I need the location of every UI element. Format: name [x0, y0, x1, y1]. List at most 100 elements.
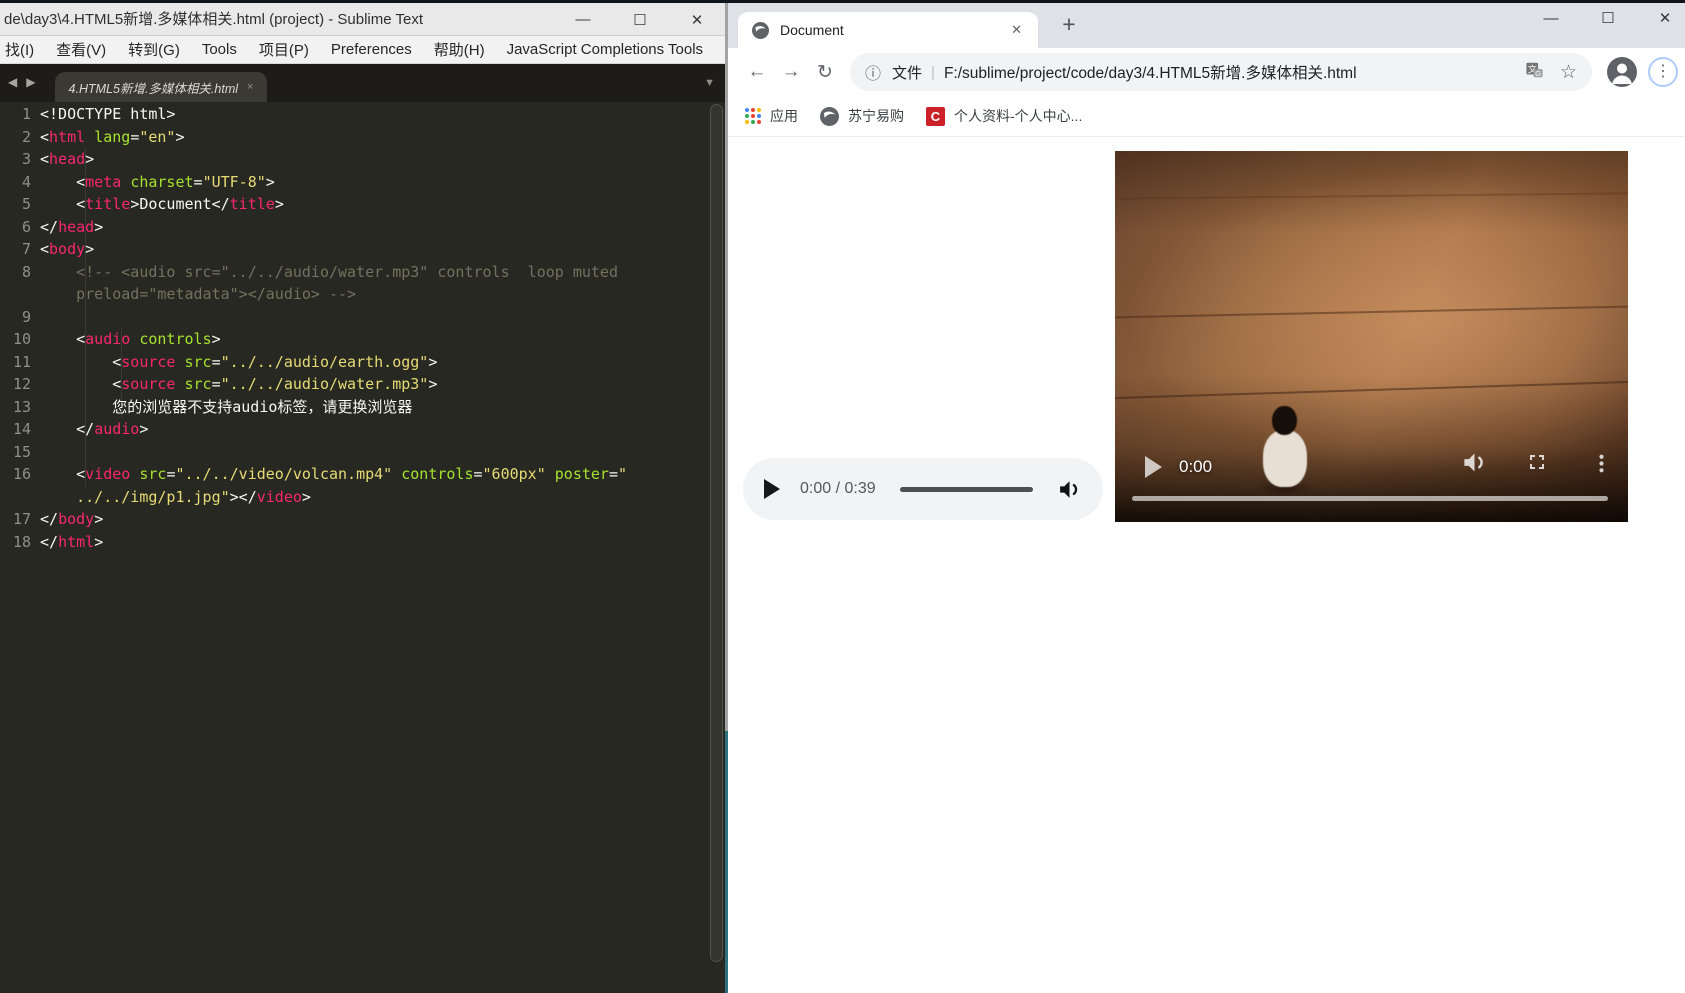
tab-nav-arrows[interactable]: ◀▶: [8, 75, 44, 89]
editor-scrollbar[interactable]: [710, 104, 723, 962]
line-number: 17: [12, 510, 31, 528]
sublime-window: de\day3\4.HTML5新增.多媒体相关.html (project) -…: [0, 0, 728, 993]
audio-player[interactable]: 0:00 / 0:39: [743, 458, 1103, 520]
code-lines: 1 <!DOCTYPE html> 2 <html lang="en"> 3 <head>…: [0, 102, 728, 553]
url-text[interactable]: F:/sublime/project/code/day3/4.HTML5新增.多…: [944, 61, 1515, 83]
close-button[interactable]: ✕: [1652, 9, 1678, 27]
svg-text:G: G: [1535, 68, 1541, 77]
video-player[interactable]: 0:00: [1115, 151, 1628, 522]
video-play-button[interactable]: [1145, 456, 1162, 478]
tab-favicon-globe-icon: [752, 21, 769, 39]
audio-seek-slider[interactable]: [899, 486, 1033, 492]
line-number: 15: [12, 442, 31, 461]
tab-title: Document: [780, 22, 844, 38]
line-number: 3: [21, 150, 31, 168]
code-line: 10 <audio controls>: [0, 328, 728, 351]
line-number: 2: [21, 127, 31, 146]
url-divider: |: [931, 63, 935, 81]
line-number: 1: [21, 105, 31, 123]
video-seek-timeline[interactable]: [1132, 496, 1608, 501]
line-number: [0, 283, 40, 306]
line-number: 8: [21, 262, 31, 281]
poster-floor-seam: [1115, 305, 1628, 319]
forward-button[interactable]: →: [774, 61, 808, 83]
minimize-button[interactable]: —: [1538, 10, 1564, 27]
line-number: [0, 486, 40, 509]
menu-item[interactable]: JavaScript Completions Tools: [496, 41, 714, 58]
close-button[interactable]: ✕: [687, 11, 707, 29]
code-line: 18 </html>: [0, 531, 728, 554]
prev-tab-icon[interactable]: ◀: [8, 75, 26, 89]
code-editor[interactable]: 1 <!DOCTYPE html> 2 <html lang="en"> 3 <head>…: [0, 102, 728, 993]
line-number: 6: [21, 217, 31, 236]
profile-avatar[interactable]: [1607, 57, 1637, 87]
page-info-icon[interactable]: ⓘ: [865, 60, 881, 84]
back-button[interactable]: ←: [740, 61, 774, 83]
url-scheme-label: 文件: [892, 64, 923, 82]
indent-guide: [121, 328, 122, 418]
reload-button[interactable]: ↻: [808, 61, 842, 84]
chrome-menu-button[interactable]: ⋮: [1648, 57, 1678, 87]
sublime-menubar: 找(I) 查看(V) 转到(G) Tools 项目(P) Preferences 帮助(H)…: [0, 36, 728, 64]
minimize-button[interactable]: —: [573, 11, 593, 28]
chrome-window-controls: — ☐ ✕: [1538, 4, 1678, 32]
line-number: 13: [12, 397, 31, 416]
menu-item[interactable]: Preferences: [320, 41, 423, 58]
bookmark-profile-label[interactable]: 个人资料-个人中心...: [954, 106, 1082, 126]
audio-play-button[interactable]: [764, 479, 780, 499]
line-number: 5: [21, 195, 31, 213]
line-number: 11: [12, 352, 31, 371]
code-line: 6 </head>: [0, 216, 728, 239]
next-tab-icon[interactable]: ▶: [26, 75, 44, 89]
sublime-tab-close-icon[interactable]: ×: [247, 81, 253, 93]
poster-floor-seam: [1115, 380, 1628, 400]
menu-item[interactable]: 查看(V): [45, 39, 117, 60]
code-line: 3 <head>: [0, 148, 728, 171]
screen-top-edge: [0, 0, 1685, 3]
browser-tab[interactable]: Document ✕: [738, 12, 1038, 48]
code-line: 7 <body>: [0, 238, 728, 261]
menu-item[interactable]: 找(I): [4, 39, 45, 60]
menu-item[interactable]: Tools: [191, 41, 248, 58]
menu-item[interactable]: 帮助(H): [423, 39, 496, 60]
chrome-tabstrip: Document ✕ + — ☐ ✕: [728, 0, 1685, 48]
maximize-button[interactable]: ☐: [630, 11, 650, 29]
sublime-tab-label: 4.HTML5新增.多媒体相关.html: [68, 81, 239, 96]
new-tab-button[interactable]: +: [1052, 8, 1086, 40]
sublime-tabbar: ◀▶ 4.HTML5新增.多媒体相关.html × ▼: [0, 64, 728, 102]
menu-item[interactable]: 转到(G): [117, 39, 191, 60]
menu-item[interactable]: 项目(P): [248, 39, 320, 60]
sublime-tab-active[interactable]: 4.HTML5新增.多媒体相关.html ×: [55, 72, 267, 102]
code-line: 13 您的浏览器不支持audio标签，请更换浏览器: [0, 396, 728, 419]
bookmark-globe-icon[interactable]: [820, 106, 839, 126]
tab-overflow-icon[interactable]: ▼: [704, 77, 715, 89]
line-number: 18: [12, 532, 31, 551]
audio-volume-icon[interactable]: [1057, 477, 1082, 502]
screen: de\day3\4.HTML5新增.多媒体相关.html (project) -…: [0, 0, 1685, 993]
code-line: 8 <!-- <audio src="../../audio/water.mp3…: [0, 261, 728, 284]
line-number: 9: [21, 307, 31, 326]
bookmark-apps-label[interactable]: 应用: [770, 106, 798, 126]
sublime-window-controls: — ☐ ✕: [573, 3, 707, 36]
sublime-window-title: de\day3\4.HTML5新增.多媒体相关.html (project) -…: [4, 11, 424, 28]
code-line: 4 <meta charset="UTF-8">: [0, 171, 728, 194]
apps-grid-icon[interactable]: [745, 108, 761, 124]
video-fullscreen-icon[interactable]: [1525, 450, 1549, 479]
code-line: 14 </audio>: [0, 418, 728, 441]
bookmark-c-badge-icon[interactable]: C: [926, 106, 945, 126]
line-number: 4: [21, 172, 31, 191]
maximize-button[interactable]: ☐: [1595, 9, 1621, 27]
bookmark-star-icon[interactable]: ☆: [1560, 61, 1577, 84]
bookmark-suning-label[interactable]: 苏宁易购: [848, 106, 904, 126]
chrome-window: Document ✕ + — ☐ ✕ ← → ↻ ⓘ 文件 | F:/subli…: [728, 0, 1685, 993]
translate-icon[interactable]: 文G: [1525, 61, 1544, 84]
code-line: 12 <source src="../../audio/water.mp3">: [0, 373, 728, 396]
poster-child-figure: [1256, 406, 1314, 496]
sublime-titlebar[interactable]: de\day3\4.HTML5新增.多媒体相关.html (project) -…: [0, 3, 728, 36]
tab-close-icon[interactable]: ✕: [1009, 22, 1024, 38]
code-line: 11 <source src="../../audio/earth.ogg">: [0, 351, 728, 374]
address-bar[interactable]: ⓘ 文件 | F:/sublime/project/code/day3/4.HT…: [850, 53, 1592, 91]
code-line: 9: [0, 306, 728, 329]
video-overflow-menu-icon[interactable]: [1589, 451, 1614, 481]
video-volume-icon[interactable]: [1461, 449, 1488, 481]
